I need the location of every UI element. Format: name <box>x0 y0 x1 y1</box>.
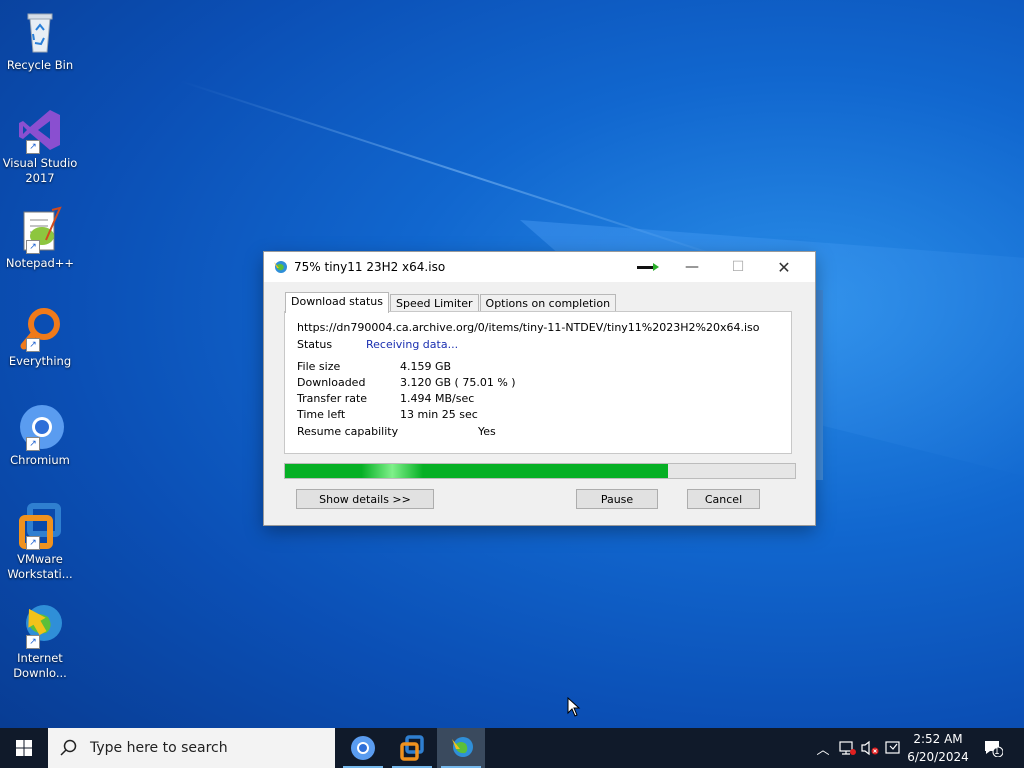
download-url: https://dn790004.ca.archive.org/0/items/… <box>297 321 760 334</box>
dialog-title: 75% tiny11 23H2 x64.iso <box>294 260 446 274</box>
taskbar-clock[interactable]: 2:52 AM 6/20/2024 <box>906 730 970 766</box>
chromium-icon: ↗ <box>16 403 64 451</box>
taskbar-search-box[interactable]: Type here to search <box>48 728 335 768</box>
show-hidden-icons-chevron-icon[interactable]: ︿ <box>814 739 832 758</box>
desktop-icon-label: VMware Workstati... <box>7 552 73 581</box>
desktop-icon-recycle-bin[interactable]: Recycle Bin <box>2 8 78 73</box>
close-button[interactable]: ✕ <box>761 252 807 282</box>
volume-muted-icon[interactable] <box>860 740 880 756</box>
status-label: Status <box>297 338 333 351</box>
file-size-value: 4.159 GB <box>400 360 452 373</box>
time-left-value: 13 min 25 sec <box>400 408 478 421</box>
desktop-icon-label: Recycle Bin <box>6 58 74 72</box>
desktop-icon-label: Visual Studio 2017 <box>2 156 78 185</box>
time-left-label: Time left <box>297 408 346 421</box>
shortcut-arrow-icon: ↗ <box>26 635 40 649</box>
downloaded-label: Downloaded <box>297 376 366 389</box>
clock-date: 6/20/2024 <box>907 750 969 764</box>
download-arrow-icon <box>637 263 659 271</box>
notepad-plus-plus-icon: ↗ <box>16 206 64 254</box>
start-button[interactable] <box>0 728 48 768</box>
shortcut-arrow-icon: ↗ <box>26 437 40 451</box>
notification-count: 1 <box>994 747 1000 757</box>
status-value: Receiving data... <box>366 338 459 351</box>
desktop-icon-notepad-plus-plus[interactable]: ↗ Notepad++ <box>2 206 78 271</box>
download-status-panel: https://dn790004.ca.archive.org/0/items/… <box>284 311 792 454</box>
search-placeholder: Type here to search <box>90 740 228 756</box>
desktop-icon-label: Chromium <box>10 453 70 467</box>
desktop-icon-chromium[interactable]: ↗ Chromium <box>2 403 78 468</box>
taskbar-app-vmware[interactable] <box>388 728 436 768</box>
dialog-tabs: Download status Speed Limiter Options on… <box>285 292 617 313</box>
pause-button[interactable]: Pause <box>576 489 658 509</box>
notification-center-button[interactable]: 1 <box>982 728 1004 768</box>
chromium-icon <box>351 736 375 760</box>
download-progress-fill <box>285 464 668 478</box>
taskbar-app-internet-download-manager[interactable] <box>437 728 485 768</box>
system-tray: ︿ <box>814 728 902 768</box>
downloaded-value: 3.120 GB ( 75.01 % ) <box>400 376 516 389</box>
shortcut-arrow-icon: ↗ <box>26 338 40 352</box>
search-icon <box>60 739 77 756</box>
internet-download-manager-icon: ↗ <box>16 601 64 649</box>
internet-download-manager-icon <box>452 737 473 757</box>
taskbar: Type here to search ︿ 2:52 AM 6/20/2024 … <box>0 728 1024 768</box>
clock-time: 2:52 AM <box>913 732 963 746</box>
resume-capability-value: Yes <box>478 425 496 438</box>
shortcut-arrow-icon: ↗ <box>26 536 40 550</box>
desktop-icon-label: Notepad++ <box>5 256 75 270</box>
minimize-button[interactable]: — <box>669 252 715 282</box>
download-progress-bar <box>284 463 796 479</box>
windows-logo-icon <box>16 740 32 756</box>
cancel-button[interactable]: Cancel <box>687 489 760 509</box>
mouse-cursor-icon <box>567 697 581 717</box>
idm-app-icon <box>274 261 287 273</box>
resume-capability-label: Resume capability <box>297 425 399 438</box>
desktop-icon-label: Everything <box>8 354 72 368</box>
desktop-icon-label: Internet Downlo... <box>13 651 67 680</box>
idm-tray-icon[interactable] <box>884 740 902 756</box>
transfer-rate-value: 1.494 MB/sec <box>400 392 475 405</box>
tab-download-status[interactable]: Download status <box>285 292 389 313</box>
file-size-label: File size <box>297 360 341 373</box>
transfer-rate-label: Transfer rate <box>297 392 368 405</box>
vmware-icon <box>400 735 424 761</box>
desktop-icon-everything[interactable]: ↗ Everything <box>2 304 78 369</box>
shortcut-arrow-icon: ↗ <box>26 240 40 254</box>
dialog-titlebar[interactable]: 75% tiny11 23H2 x64.iso — ☐ ✕ <box>264 252 815 282</box>
desktop-icon-internet-download-manager[interactable]: ↗ Internet Downlo... <box>2 601 78 681</box>
vmware-icon: ↗ <box>16 502 64 550</box>
recycle-bin-icon <box>16 8 64 56</box>
notification-icon <box>985 741 1003 757</box>
visual-studio-icon: ↗ <box>16 106 64 154</box>
desktop-icon-visual-studio[interactable]: ↗ Visual Studio 2017 <box>2 106 78 186</box>
network-icon[interactable] <box>838 740 856 756</box>
download-progress-dialog: 75% tiny11 23H2 x64.iso — ☐ ✕ Download s… <box>264 252 815 525</box>
background-window-edge <box>815 290 823 480</box>
everything-search-icon: ↗ <box>16 304 64 352</box>
shortcut-arrow-icon: ↗ <box>26 140 40 154</box>
wallpaper-ray <box>179 80 751 268</box>
taskbar-app-chromium[interactable] <box>339 728 387 768</box>
show-details-button[interactable]: Show details >> <box>296 489 434 509</box>
maximize-button[interactable]: ☐ <box>715 252 761 282</box>
desktop-icon-vmware[interactable]: ↗ VMware Workstati... <box>2 502 78 582</box>
